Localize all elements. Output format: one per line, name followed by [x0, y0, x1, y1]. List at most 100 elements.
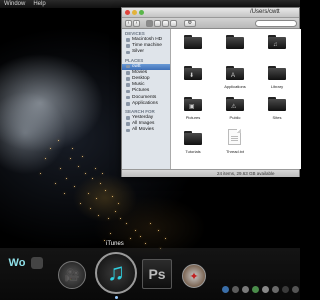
folder-item[interactable]: Sites — [259, 93, 295, 131]
folder-icon — [226, 35, 244, 49]
city-light — [55, 183, 57, 185]
sidebar-item-label: Macintosh HD — [132, 37, 163, 42]
column-view-button[interactable] — [162, 20, 169, 27]
folder-item[interactable]: ▣ Pictures — [175, 93, 211, 131]
sidebar-item-label: Documents — [132, 94, 157, 100]
finder-toolbar: ‹ › ⚙ — [122, 18, 299, 29]
city-light — [158, 230, 160, 232]
dock-small-app-icon[interactable] — [292, 286, 299, 293]
page-fold — [237, 129, 241, 133]
forward-button[interactable]: › — [133, 20, 140, 27]
zoom-button[interactable] — [139, 10, 144, 15]
sidebar-item-icon — [126, 64, 130, 69]
dock-small-app-icon[interactable] — [262, 286, 269, 293]
folder-icon — [184, 35, 202, 49]
city-light — [120, 218, 122, 220]
close-button[interactable] — [125, 10, 130, 15]
sidebar-item[interactable]: Applications — [122, 101, 170, 107]
file-label: Pictures — [185, 115, 201, 120]
city-light — [126, 223, 128, 225]
city-light — [140, 236, 142, 238]
dock-small-app-icon[interactable] — [232, 286, 239, 293]
folder-glyph: ▣ — [189, 104, 195, 110]
sidebar-item-label: All Movies — [132, 127, 154, 133]
folder-icon: ⬇ — [184, 66, 202, 80]
city-light — [100, 183, 102, 185]
folder-glyph: ⚠ — [231, 104, 237, 110]
city-light — [45, 158, 47, 160]
search-input[interactable] — [255, 20, 297, 27]
folder-item[interactable]: ⚠ Public — [217, 93, 253, 131]
city-light — [130, 238, 132, 240]
city-light — [92, 178, 94, 180]
city-light — [118, 203, 120, 205]
city-light — [96, 198, 98, 200]
finder-sidebar: DEVICES Macintosh HD Time machine Silver PLA… — [122, 29, 171, 169]
dock-small-app-icon[interactable] — [242, 286, 249, 293]
movie-camera-icon[interactable]: 🎥 — [58, 261, 86, 289]
folder-icon: A — [226, 66, 244, 80]
photoshop-icon[interactable]: Ps — [142, 259, 172, 289]
city-light — [165, 238, 167, 240]
menu-help[interactable]: Help — [33, 0, 45, 8]
city-light — [50, 148, 52, 150]
city-light — [74, 186, 76, 188]
folder-item[interactable]: Tutorials — [175, 127, 211, 165]
dock-small-app-icon[interactable] — [272, 286, 279, 293]
sidebar-item-icon — [126, 38, 130, 42]
folder-body: ▣ — [184, 99, 202, 111]
finder-window: /Users/cwtt ‹ › ⚙ DEVICES Macintosh HD Tim… — [121, 7, 301, 177]
sidebar-item-label: Applications — [132, 100, 158, 106]
sidebar-item-icon — [126, 83, 130, 88]
back-button[interactable]: ‹ — [125, 20, 132, 27]
city-light — [95, 168, 97, 170]
dock-hover-label: iTunes — [106, 241, 124, 247]
city-light — [64, 193, 66, 195]
city-light — [112, 196, 114, 198]
sidebar-item-label: Yesterday — [132, 114, 154, 120]
folder-glyph: ♫ — [273, 42, 278, 48]
sidebar-item-label: Movies — [132, 69, 148, 75]
folder-icon: ▣ — [184, 97, 202, 111]
sidebar-item-label: Music — [132, 82, 145, 88]
folder-body — [226, 37, 244, 49]
folder-glyph: ⬇ — [189, 73, 195, 79]
action-gear-button[interactable]: ⚙ — [184, 20, 196, 27]
folder-glyph: A — [231, 73, 236, 79]
menu-window[interactable]: Window — [4, 0, 25, 8]
sidebar-section-title: DEVICES — [125, 31, 145, 36]
sidebar-item-icon — [126, 44, 130, 49]
dock-letters[interactable]: Wo — [4, 256, 30, 270]
sidebar-item-icon — [126, 116, 130, 120]
minimize-button[interactable] — [132, 10, 137, 15]
running-indicator — [115, 296, 118, 299]
dock-small-app-icon[interactable] — [222, 286, 229, 293]
icon-view-button[interactable] — [146, 20, 153, 27]
window-titlebar[interactable]: /Users/cwtt — [122, 8, 299, 18]
itunes-icon[interactable]: ♫ — [95, 252, 137, 294]
file-item[interactable]: Thread.txt — [217, 127, 253, 165]
safari-compass-icon[interactable]: ✦ — [182, 264, 206, 288]
sidebar-item-icon — [126, 128, 130, 133]
folder-body: ♫ — [268, 37, 286, 49]
city-light — [80, 203, 82, 205]
coverflow-view-button[interactable] — [170, 20, 177, 27]
folder-body — [268, 68, 286, 80]
city-light — [105, 190, 107, 192]
file-label: Thread.txt — [225, 149, 244, 154]
sidebar-item-icon — [126, 71, 130, 75]
city-light — [90, 208, 92, 210]
dock-small-app-icon[interactable] — [252, 286, 259, 293]
list-view-button[interactable] — [154, 20, 161, 27]
sidebar-item-icon — [126, 50, 130, 55]
text-lines — [231, 136, 238, 142]
window-title: /Users/cwtt — [250, 9, 280, 15]
folder-body: ⬇ — [184, 68, 202, 80]
sidebar-item[interactable]: Silver — [122, 49, 170, 55]
sidebar-item[interactable]: All Movies — [122, 127, 170, 133]
dock-app-small[interactable] — [31, 257, 43, 269]
city-light — [66, 178, 68, 180]
city-light — [85, 173, 87, 175]
dock-small-app-icon[interactable] — [282, 286, 289, 293]
sidebar-item-label: All Images — [132, 121, 155, 127]
